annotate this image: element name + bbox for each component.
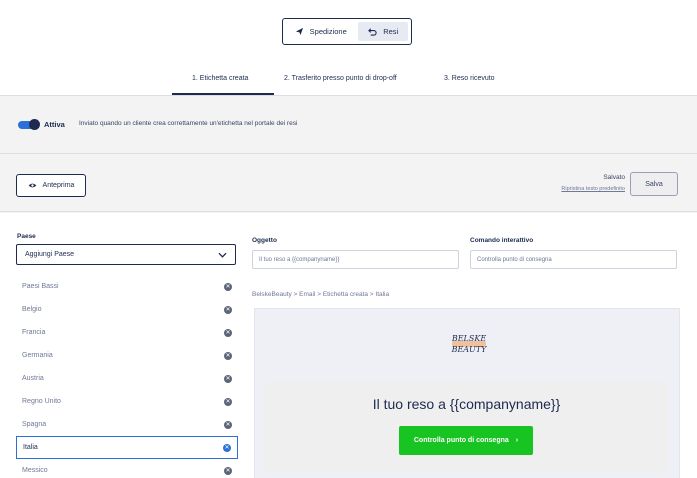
step-tab-dropoff[interactable]: 2. Trasferito presso punto di drop-off [284, 75, 397, 82]
country-name: Paesi Bassi [22, 283, 59, 290]
country-list: Paesi Bassi ✕ Belgio ✕ Francia ✕ Germania ✕ … [16, 275, 238, 478]
country-item[interactable]: Messico ✕ [16, 459, 238, 478]
country-name: Regno Unito [22, 398, 61, 405]
remove-icon[interactable]: ✕ [224, 305, 232, 314]
cta-input[interactable]: Controlla punto di consegna [470, 250, 677, 269]
remove-icon[interactable]: ✕ [223, 443, 231, 452]
add-country-value: Aggiungi Paese [25, 251, 75, 258]
remove-icon[interactable]: ✕ [224, 282, 232, 291]
email-preview: BELSKE BEAUTY Il tuo reso a {{companynam… [254, 308, 680, 478]
paper-plane-icon [295, 27, 303, 36]
country-name: Spagna [22, 421, 47, 428]
country-item[interactable]: Francia ✕ [16, 321, 238, 344]
chevron-down-icon [218, 252, 227, 258]
restore-default-link[interactable]: Ripristina testo predefinito [561, 186, 625, 192]
remove-icon[interactable]: ✕ [224, 466, 232, 475]
content-panel: Oggetto Comando interattivo Il tuo reso … [252, 213, 697, 478]
active-step-indicator [172, 93, 274, 95]
subject-label: Oggetto [252, 237, 277, 244]
toggle-knob [29, 119, 40, 130]
breadcrumb: BelskeBeauty > Email > Etichetta creata … [252, 291, 390, 298]
remove-icon[interactable]: ✕ [224, 397, 232, 406]
activation-bar: Attiva Inviato quando un cliente crea co… [0, 96, 697, 154]
preview-button[interactable]: Anteprima [16, 174, 86, 197]
country-item[interactable]: Spagna ✕ [16, 413, 238, 436]
country-name: Messico [22, 467, 48, 474]
country-name: Austria [22, 375, 44, 382]
country-item-selected[interactable]: Italia ✕ [16, 436, 238, 459]
country-name: Belgio [22, 306, 42, 313]
type-switch: Spedizione Resi [282, 18, 412, 45]
remove-icon[interactable]: ✕ [224, 351, 232, 360]
country-item[interactable]: Germania ✕ [16, 344, 238, 367]
country-item[interactable]: Belgio ✕ [16, 298, 238, 321]
country-item[interactable]: Regno Unito ✕ [16, 390, 238, 413]
subject-input[interactable]: Il tuo reso a {{companyname}} [252, 250, 459, 269]
shipping-tab[interactable]: Spedizione [286, 22, 355, 41]
remove-icon[interactable]: ✕ [224, 328, 232, 337]
chevron-right-icon: › [515, 437, 519, 444]
toggle-label: Attiva [44, 120, 65, 129]
returns-tab-label: Resi [383, 27, 399, 36]
country-name: Francia [22, 329, 46, 336]
shipping-tab-label: Spedizione [309, 27, 347, 36]
email-card: Il tuo reso a {{companyname}} Controlla … [265, 382, 668, 473]
cta-label: Comando interattivo [470, 237, 534, 244]
email-cta-button[interactable]: Controlla punto di consegna › [399, 426, 533, 455]
email-cta-label: Controlla punto di consegna [413, 437, 509, 444]
step-tabs: 1. Etichetta creata 2. Trasferito presso… [0, 72, 697, 96]
step-tab-received[interactable]: 3. Reso ricevuto [444, 75, 495, 82]
action-bar: Anteprima Salvato Ripristina testo prede… [0, 155, 697, 212]
preview-button-label: Anteprima [42, 182, 75, 189]
brand-logo: BELSKE BEAUTY [451, 334, 488, 354]
returns-tab[interactable]: Resi [358, 22, 408, 41]
country-name: Italia [23, 444, 38, 451]
email-title: Il tuo reso a {{companyname}} [372, 396, 561, 412]
undo-icon [368, 28, 377, 36]
remove-icon[interactable]: ✕ [224, 420, 232, 429]
country-panel: Paese Aggiungi Paese Paesi Bassi ✕ Belgio… [0, 213, 244, 478]
remove-icon[interactable]: ✕ [224, 374, 232, 383]
top-panel: Spedizione Resi 1. Etichetta creata 2. T… [0, 0, 697, 96]
country-item[interactable]: Paesi Bassi ✕ [16, 275, 238, 298]
toggle-description: Inviato quando un cliente crea correttam… [79, 120, 298, 127]
eye-icon [28, 183, 36, 188]
logo-line1: BELSKE [451, 334, 486, 343]
save-button[interactable]: Salva [630, 172, 678, 196]
country-name: Germania [22, 352, 53, 359]
editor-panel: Paese Aggiungi Paese Paesi Bassi ✕ Belgio… [0, 213, 697, 478]
logo-line2: BEAUTY [451, 345, 488, 354]
step-tab-label-created[interactable]: 1. Etichetta creata [192, 75, 248, 82]
country-label: Paese [17, 233, 36, 240]
saved-status: Salvato [603, 174, 625, 181]
add-country-select[interactable]: Aggiungi Paese [16, 244, 236, 265]
country-item[interactable]: Austria ✕ [16, 367, 238, 390]
